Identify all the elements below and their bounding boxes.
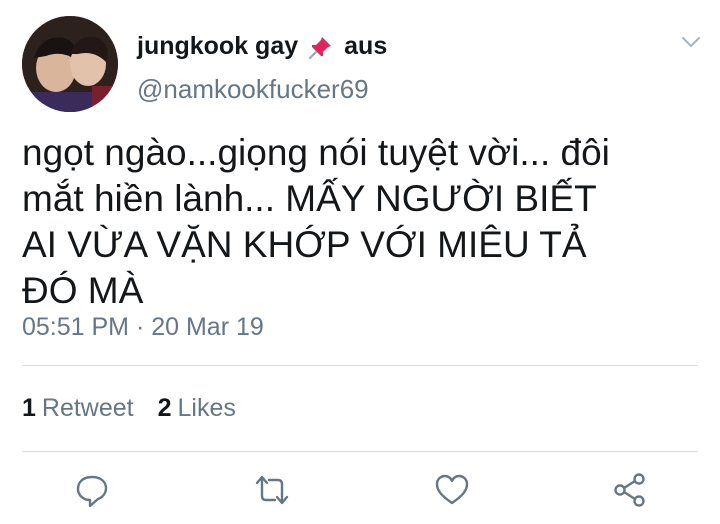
display-name-row[interactable]: jungkook gay aus: [137, 32, 387, 61]
avatar[interactable]: [22, 16, 118, 112]
likes-stat[interactable]: 2 Likes: [158, 394, 236, 423]
pushpin-icon: [308, 34, 334, 60]
retweet-count: 1: [22, 394, 36, 422]
heart-icon[interactable]: [432, 470, 472, 510]
divider: [22, 365, 698, 366]
chevron-down-icon[interactable]: [680, 34, 702, 50]
reply-icon[interactable]: [72, 470, 112, 510]
engagement-stats: 1 Retweet 2 Likes: [22, 394, 236, 423]
retweet-stat[interactable]: 1 Retweet: [22, 394, 134, 423]
display-name: jungkook gay: [137, 32, 299, 60]
retweet-icon[interactable]: [252, 470, 292, 510]
tweet-text: ngọt ngào...giọng nói tuyệt vời... đôi m…: [22, 132, 610, 311]
tweet-timestamp[interactable]: 05:51 PM · 20 Mar 19: [22, 313, 264, 342]
action-bar: [0, 470, 720, 514]
likes-count: 2: [157, 394, 172, 422]
retweet-label: Retweet: [41, 394, 134, 422]
likes-label: Likes: [177, 394, 236, 422]
display-name-suffix: aus: [344, 32, 388, 60]
user-handle[interactable]: @namkookfucker69: [137, 74, 369, 105]
divider: [22, 451, 698, 452]
avatar-image: [22, 16, 118, 112]
share-icon[interactable]: [610, 470, 650, 510]
